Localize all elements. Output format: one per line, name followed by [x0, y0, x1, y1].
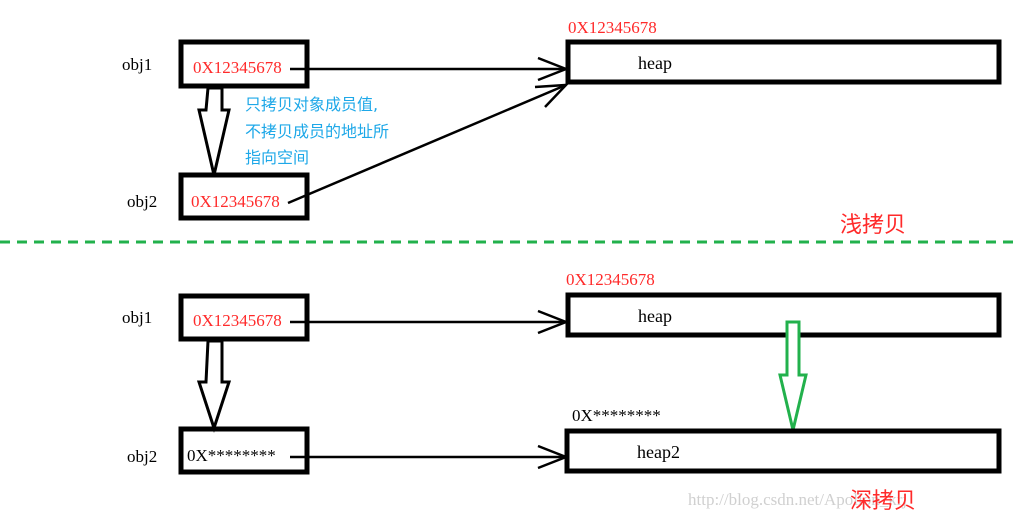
shallow-obj1-value: 0X12345678 [193, 58, 282, 77]
shallow-heap-address: 0X12345678 [568, 18, 657, 37]
deep-heap-address: 0X12345678 [566, 270, 655, 289]
shallow-obj2-label: obj2 [127, 192, 157, 211]
note-line: 不拷贝成员的地址所 [245, 122, 389, 141]
deep-obj2-label: obj2 [127, 447, 157, 466]
deep-heap2-box [564, 428, 1002, 474]
deep-obj1-label: obj1 [122, 308, 152, 327]
deep-copy-title: 深拷贝 [850, 489, 916, 514]
deep-heap-box [565, 292, 1002, 338]
deep-copy-arrow [778, 320, 808, 431]
shallow-heap-label: heap [638, 53, 672, 73]
shallow-copy-title: 浅拷贝 [840, 213, 906, 238]
shallow-obj2-value: 0X12345678 [191, 192, 280, 211]
copy-arrow [197, 86, 231, 176]
note-line: 指向空间 [245, 148, 309, 167]
deep-obj1-value: 0X12345678 [193, 311, 282, 330]
deep-heap-label: heap [638, 306, 672, 326]
shallow-note: 只拷贝对象成员值, 不拷贝成员的地址所 指向空间 [245, 95, 389, 167]
deep-obj2-value: 0X******** [187, 446, 276, 465]
copy-arrow [196, 339, 232, 433]
deep-heap2-label: heap2 [637, 442, 680, 462]
shallow-obj1-label: obj1 [122, 55, 152, 74]
deep-heap2-address: 0X******** [572, 406, 661, 425]
note-line: 只拷贝对象成员值, [245, 95, 378, 114]
shallow-heap-box [565, 39, 1002, 85]
copy-diagram: http://blog.csdn.net/Apollon_krj obj1 0X… [0, 18, 1019, 514]
